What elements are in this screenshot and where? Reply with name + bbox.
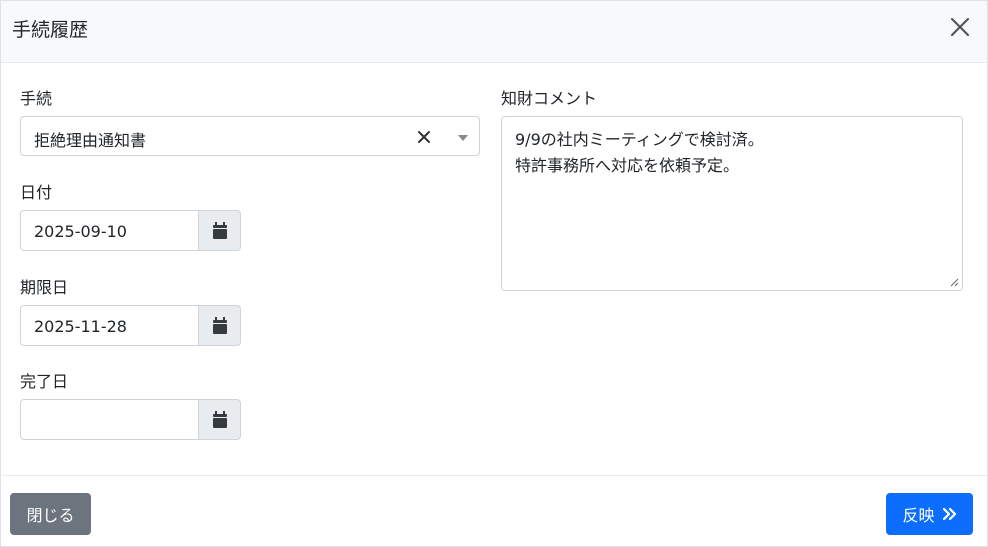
close-icon[interactable] xyxy=(947,14,973,40)
date-label: 日付 xyxy=(20,183,53,202)
completed-calendar-button[interactable] xyxy=(198,399,241,440)
completed-label: 完了日 xyxy=(20,372,69,391)
date-value: 2025-09-10 xyxy=(34,222,127,241)
procedure-label: 手続 xyxy=(20,89,53,108)
close-button-label: 閉じる xyxy=(26,506,75,525)
apply-button-label: 反映 xyxy=(902,506,935,525)
deadline-input[interactable]: 2025-11-28 xyxy=(20,305,199,346)
calendar-icon xyxy=(212,316,227,334)
comment-textarea[interactable]: 9/9の社内ミーティングで検討済。 特許事務所へ対応を依頼予定。 xyxy=(501,116,963,291)
double-chevron-right-icon xyxy=(942,508,956,520)
completed-picker xyxy=(20,399,241,440)
procedure-value: 拒絶理由通知書 xyxy=(34,131,147,150)
modal-title: 手続履歴 xyxy=(12,19,89,41)
chevron-down-icon[interactable] xyxy=(458,135,468,141)
comment-line: 9/9の社内ミーティングで検討済。 xyxy=(515,130,764,149)
date-picker: 2025-09-10 xyxy=(20,210,241,251)
clear-icon[interactable] xyxy=(416,129,432,145)
deadline-calendar-button[interactable] xyxy=(198,305,241,346)
deadline-label: 期限日 xyxy=(20,278,69,297)
calendar-icon xyxy=(212,410,227,428)
procedure-history-modal: 手続履歴 手続 拒絶理由通知書 日付 2025-09-10 期限日 2025-1… xyxy=(0,0,988,547)
deadline-picker: 2025-11-28 xyxy=(20,305,241,346)
comment-text: 9/9の社内ミーティングで検討済。 特許事務所へ対応を依頼予定。 xyxy=(515,127,764,179)
resize-grip-icon[interactable] xyxy=(950,278,959,287)
calendar-icon xyxy=(212,221,227,239)
completed-input[interactable] xyxy=(20,399,199,440)
modal-header: 手続履歴 xyxy=(1,1,987,63)
comment-line: 特許事務所へ対応を依頼予定。 xyxy=(515,156,740,175)
modal-footer-divider xyxy=(1,475,987,476)
comment-label: 知財コメント xyxy=(501,89,598,108)
date-calendar-button[interactable] xyxy=(198,210,241,251)
deadline-value: 2025-11-28 xyxy=(34,317,127,336)
close-button[interactable]: 閉じる xyxy=(10,493,91,535)
date-input[interactable]: 2025-09-10 xyxy=(20,210,199,251)
procedure-select[interactable]: 拒絶理由通知書 xyxy=(20,116,480,156)
apply-button[interactable]: 反映 xyxy=(886,493,973,535)
